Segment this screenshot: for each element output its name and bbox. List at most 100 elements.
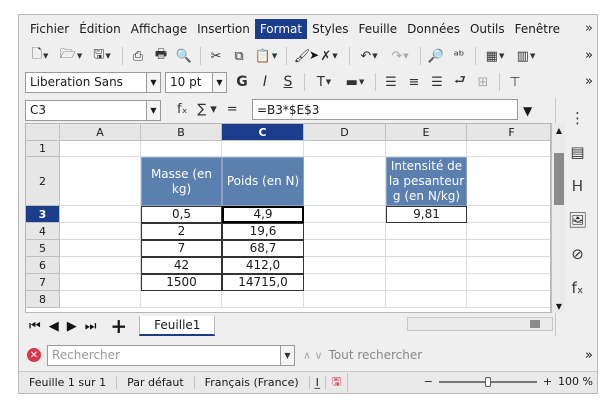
mass-cell[interactable]: 0,5 — [141, 206, 222, 223]
row-header-3[interactable]: 3 — [26, 206, 60, 223]
sidebar-menu-icon[interactable]: ⋮ — [564, 104, 592, 132]
zoom-slider[interactable] — [438, 376, 537, 387]
zoom-slider-knob[interactable] — [484, 376, 491, 387]
next-sheet-icon[interactable]: ▶ — [67, 319, 77, 334]
first-sheet-icon[interactable]: ⏮ — [29, 319, 41, 334]
font-name-combo[interactable]: Liberation Sans ▼ — [25, 71, 161, 93]
cell[interactable] — [304, 257, 386, 274]
cell[interactable] — [467, 257, 550, 274]
mass-cell[interactable]: 1500 — [141, 274, 222, 291]
cell[interactable] — [386, 274, 467, 291]
cell[interactable] — [467, 206, 550, 223]
scroll-down-icon[interactable]: ▼ — [552, 299, 566, 313]
cell[interactable] — [141, 141, 222, 157]
cell[interactable] — [304, 240, 386, 257]
zoom-level[interactable]: 100 % — [558, 375, 593, 388]
name-box[interactable]: C3 ▼ — [25, 99, 161, 121]
cell[interactable] — [304, 141, 386, 157]
properties-icon[interactable]: ▤ — [564, 138, 592, 166]
close-find-icon[interactable]: ✕ — [27, 348, 41, 362]
cell[interactable] — [141, 291, 222, 308]
cell[interactable] — [60, 141, 141, 157]
row-header-5[interactable]: 5 — [26, 240, 60, 257]
new-document-icon[interactable]: 🗋 ▼ — [25, 45, 55, 67]
status-page-style[interactable]: Par défaut — [117, 376, 195, 389]
status-language[interactable]: Français (France) — [195, 376, 310, 389]
function-wizard-icon[interactable]: fₓ — [177, 102, 187, 117]
row-header-1[interactable]: 1 — [26, 141, 60, 157]
cell[interactable] — [304, 206, 386, 223]
column-header-d[interactable]: D — [304, 124, 386, 141]
column-header-f[interactable]: F — [467, 124, 550, 141]
cell[interactable] — [386, 240, 467, 257]
spreadsheet-grid[interactable]: A B C D E F 1 2 3 4 5 6 7 8 Masse (en kg) Poids (en N) I… — [25, 123, 551, 313]
menu-fenetre[interactable]: Fenêtre — [510, 19, 565, 39]
mass-cell[interactable]: 42 — [141, 257, 222, 274]
redo-icon[interactable]: ↷ ▼ — [385, 45, 415, 67]
font-size-combo[interactable]: 10 pt ▼ — [165, 71, 227, 93]
underline-icon[interactable]: S — [277, 71, 299, 93]
clear-formatting-icon[interactable]: ✗ ▼ — [314, 45, 344, 67]
cell[interactable] — [304, 274, 386, 291]
formula-input[interactable]: =B3*$E$3 — [252, 99, 518, 120]
menu-edition[interactable]: Édition — [74, 19, 126, 39]
cell[interactable] — [386, 291, 467, 308]
row-header-6[interactable]: 6 — [26, 257, 60, 274]
horizontal-scrollbar[interactable] — [407, 317, 553, 331]
expand-formula-icon[interactable]: ▼ — [523, 104, 532, 118]
cell[interactable] — [60, 223, 141, 240]
cell[interactable] — [386, 257, 467, 274]
chevron-down-icon[interactable]: ▼ — [280, 345, 294, 365]
find-all-button[interactable]: Tout rechercher — [329, 348, 423, 362]
find-previous-next-icon[interactable]: ∧ ∨ — [303, 349, 323, 362]
menu-outils[interactable]: Outils — [465, 19, 510, 39]
cell[interactable] — [304, 157, 386, 206]
toolbar-overflow-icon[interactable]: » — [585, 48, 593, 63]
cell[interactable] — [467, 240, 550, 257]
functions-icon[interactable]: fₓ — [564, 274, 592, 302]
previous-sheet-icon[interactable]: ◀ — [49, 319, 59, 334]
active-cell-c3[interactable]: 4,9 — [222, 206, 304, 223]
highlight-color-icon[interactable]: ▬ ▼ — [340, 71, 370, 93]
cell[interactable] — [60, 206, 141, 223]
vertical-scrollbar[interactable]: ▲ ▼ — [551, 123, 565, 313]
cell[interactable] — [60, 240, 141, 257]
row-icon[interactable]: ▦ ▼ — [480, 45, 510, 67]
cell[interactable] — [467, 223, 550, 240]
align-top-icon[interactable]: ⊤ — [504, 71, 526, 93]
cell[interactable] — [386, 223, 467, 240]
column-header-b[interactable]: B — [141, 124, 222, 141]
findbar-overflow-icon[interactable]: » — [585, 348, 593, 363]
italic-icon[interactable]: I — [254, 71, 276, 93]
find-replace-icon[interactable]: 🔎 — [425, 45, 447, 67]
add-sheet-icon[interactable]: + — [110, 314, 127, 338]
align-center-icon[interactable]: ≡ — [403, 71, 425, 93]
menu-insertion[interactable]: Insertion — [192, 19, 255, 39]
gallery-icon[interactable]: 🖼 — [564, 206, 592, 234]
weight-cell[interactable]: 68,7 — [222, 240, 304, 257]
menu-styles[interactable]: Styles — [307, 19, 353, 39]
cell[interactable] — [467, 141, 550, 157]
open-folder-icon[interactable]: 🗁 ▼ — [56, 45, 86, 67]
merge-cells-icon[interactable]: ⊞ — [472, 71, 494, 93]
cell[interactable] — [304, 291, 386, 308]
sheet-tab-feuille1[interactable]: Feuille1 — [139, 316, 216, 336]
column-header-e[interactable]: E — [386, 124, 467, 141]
paste-icon[interactable]: 📋 ▼ — [251, 45, 281, 67]
cut-icon[interactable]: ✂ — [205, 45, 227, 67]
cell[interactable] — [60, 157, 141, 206]
align-left-icon[interactable]: ☰ — [380, 71, 402, 93]
undo-icon[interactable]: ↶ ▼ — [354, 45, 384, 67]
weight-cell[interactable]: 412,0 — [222, 257, 304, 274]
weight-cell[interactable]: 14715,0 — [222, 274, 304, 291]
mass-cell[interactable]: 7 — [141, 240, 222, 257]
cell[interactable] — [222, 141, 304, 157]
sum-icon[interactable]: ∑ ▾ — [197, 102, 216, 117]
equals-icon[interactable]: = — [227, 102, 238, 117]
row-header-8[interactable]: 8 — [26, 291, 60, 308]
cell[interactable] — [467, 274, 550, 291]
column-header-c[interactable]: C — [222, 124, 304, 141]
mass-cell[interactable]: 2 — [141, 223, 222, 240]
cell[interactable] — [467, 291, 550, 308]
column-header-a[interactable]: A — [60, 124, 141, 141]
